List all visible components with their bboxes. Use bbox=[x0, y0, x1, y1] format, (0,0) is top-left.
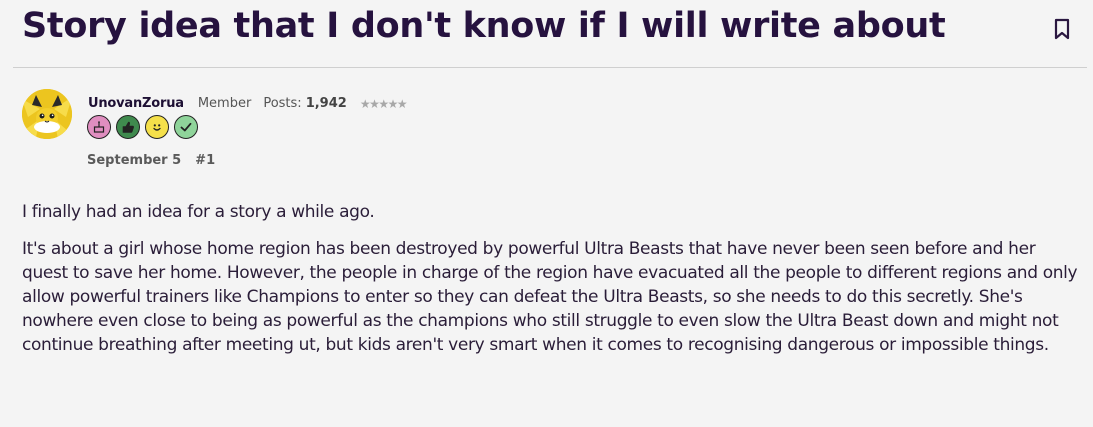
post-paragraph: I finally had an idea for a story a whil… bbox=[22, 202, 375, 222]
smiley-badge-icon[interactable] bbox=[145, 115, 169, 139]
post-number-link[interactable]: #1 bbox=[195, 153, 215, 168]
author-info: UnovanZorua Member Posts: 1,942 ★★★★★ bbox=[88, 95, 408, 113]
jolteon-avatar-image bbox=[22, 89, 72, 139]
thread-title: Story idea that I don't know if I will w… bbox=[22, 6, 946, 46]
posts-count: 1,942 bbox=[305, 96, 347, 111]
posts-label: Posts: bbox=[263, 96, 302, 111]
checkmark-badge-icon[interactable] bbox=[174, 115, 198, 139]
post-date-link[interactable]: September 5 bbox=[87, 153, 181, 168]
avatar[interactable] bbox=[22, 89, 72, 139]
cake-badge-icon[interactable] bbox=[87, 115, 111, 139]
reputation-stars: ★★★★★ bbox=[359, 97, 408, 111]
author-role: Member bbox=[197, 96, 252, 111]
post-body: I finally had an idea for a story a whil… bbox=[22, 200, 1082, 370]
post-paragraph: It's about a girl whose home region has … bbox=[22, 239, 1078, 355]
author-username-link[interactable]: UnovanZorua bbox=[88, 95, 184, 113]
post-meta: September 5 #1 bbox=[87, 152, 215, 170]
bookmark-icon[interactable] bbox=[1051, 17, 1073, 41]
title-divider bbox=[13, 67, 1087, 68]
thumbs-up-badge-icon[interactable] bbox=[116, 115, 140, 139]
badge-list bbox=[87, 115, 198, 139]
